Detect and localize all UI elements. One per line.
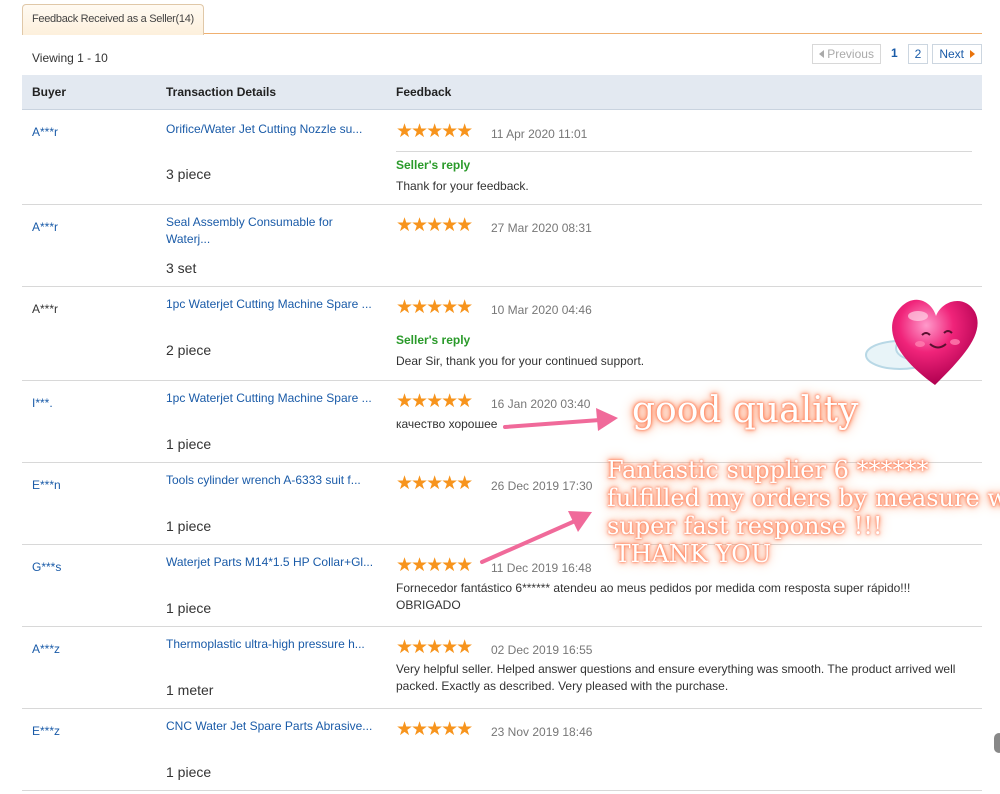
- buyer-name[interactable]: A***r: [32, 125, 58, 139]
- star-rating: ★★★★★: [396, 555, 473, 576]
- star-rating: ★★★★★: [396, 637, 473, 658]
- feedback-date: 16 Jan 2020 03:40: [491, 397, 591, 411]
- product-link[interactable]: Waterjet Parts M14*1.5 HP Collar+Gl...: [166, 554, 376, 571]
- quantity: 1 meter: [166, 682, 214, 698]
- tab-bar: Feedback Received as a Seller(14): [22, 0, 982, 35]
- star-rating: ★★★★★: [396, 121, 473, 142]
- product-link[interactable]: CNC Water Jet Spare Parts Abrasive...: [166, 718, 376, 735]
- quantity: 2 piece: [166, 342, 212, 358]
- table-header: Buyer Transaction Details Feedback: [22, 75, 982, 110]
- feedback-comment: Very helpful seller. Helped answer quest…: [396, 662, 956, 693]
- product-link[interactable]: Tools cylinder wrench A-6333 suit f...: [166, 472, 376, 489]
- star-rating: ★★★★★: [396, 719, 473, 740]
- scrollbar-handle[interactable]: [994, 733, 1000, 753]
- feedback-date: 11 Apr 2020 11:01: [491, 127, 588, 141]
- buyer-name[interactable]: E***n: [32, 478, 61, 492]
- table-row: A***r Seal Assembly Consumable for Water…: [22, 205, 982, 287]
- star-rating: ★★★★★: [396, 215, 473, 236]
- product-link[interactable]: Thermoplastic ultra-high pressure h...: [166, 636, 376, 653]
- feedback-date: 26 Dec 2019 17:30: [491, 479, 593, 493]
- star-rating: ★★★★★: [396, 473, 473, 494]
- product-link[interactable]: Seal Assembly Consumable for Waterj...: [166, 214, 356, 248]
- table-row: A***r 1pc Waterjet Cutting Machine Spare…: [22, 287, 982, 381]
- quantity: 1 piece: [166, 600, 212, 616]
- quantity: 1 piece: [166, 436, 212, 452]
- pagination: Previous 1 2 Next: [808, 44, 982, 64]
- tab-feedback-received[interactable]: Feedback Received as a Seller(14): [22, 4, 204, 35]
- page-1[interactable]: 1: [884, 44, 904, 64]
- star-rating: ★★★★★: [396, 297, 473, 318]
- feedback-date: 10 Mar 2020 04:46: [491, 303, 592, 317]
- star-rating: ★★★★★: [396, 391, 473, 412]
- previous-button[interactable]: Previous: [812, 44, 881, 64]
- product-link[interactable]: 1pc Waterjet Cutting Machine Spare ...: [166, 296, 376, 313]
- chevron-right-icon: [970, 50, 975, 58]
- feedback-date: 23 Nov 2019 18:46: [491, 725, 593, 739]
- heart-sticker-icon: [860, 290, 985, 390]
- seller-reply-title: Seller's reply: [396, 333, 471, 347]
- table-row: A***r Orifice/Water Jet Cutting Nozzle s…: [22, 110, 982, 205]
- product-link[interactable]: 1pc Waterjet Cutting Machine Spare ...: [166, 390, 376, 407]
- quantity: 3 piece: [166, 166, 212, 182]
- seller-reply-title: Seller's reply: [396, 158, 471, 172]
- product-link[interactable]: Orifice/Water Jet Cutting Nozzle su...: [166, 121, 376, 138]
- column-feedback: Feedback: [396, 85, 452, 99]
- divider: [396, 151, 972, 152]
- seller-reply-text: Thank for your feedback.: [396, 179, 529, 193]
- buyer-name[interactable]: A***r: [32, 220, 58, 234]
- seller-reply-text: Dear Sir, thank you for your continued s…: [396, 354, 645, 368]
- buyer-name[interactable]: G***s: [32, 560, 61, 574]
- column-transaction: Transaction Details: [166, 85, 277, 99]
- viewing-range: Viewing 1 - 10: [32, 51, 108, 65]
- chevron-left-icon: [819, 50, 825, 58]
- feedback-date: 27 Mar 2020 08:31: [491, 221, 592, 235]
- quantity: 1 piece: [166, 518, 212, 534]
- quantity: 3 set: [166, 260, 197, 276]
- table-row: A***z Thermoplastic ultra-high pressure …: [22, 627, 982, 709]
- table-row: E***z CNC Water Jet Spare Parts Abrasive…: [22, 709, 982, 791]
- buyer-name[interactable]: A***z: [32, 642, 60, 656]
- annotation-good-quality: good quality: [632, 390, 859, 431]
- buyer-name[interactable]: A***r: [32, 302, 58, 316]
- next-button[interactable]: Next: [932, 44, 982, 64]
- annotation-fantastic: Fantastic supplier 6 ****** fulfilled my…: [607, 456, 1000, 568]
- page-2[interactable]: 2: [907, 44, 929, 64]
- feedback-date: 02 Dec 2019 16:55: [491, 643, 593, 657]
- feedback-date: 11 Dec 2019 16:48: [491, 561, 592, 575]
- buyer-name[interactable]: E***z: [32, 724, 60, 738]
- feedback-comment: Fornecedor fantástico 6****** atendeu ao…: [396, 581, 911, 612]
- quantity: 1 piece: [166, 764, 212, 780]
- column-buyer: Buyer: [32, 85, 67, 99]
- buyer-name[interactable]: I***.: [32, 396, 53, 410]
